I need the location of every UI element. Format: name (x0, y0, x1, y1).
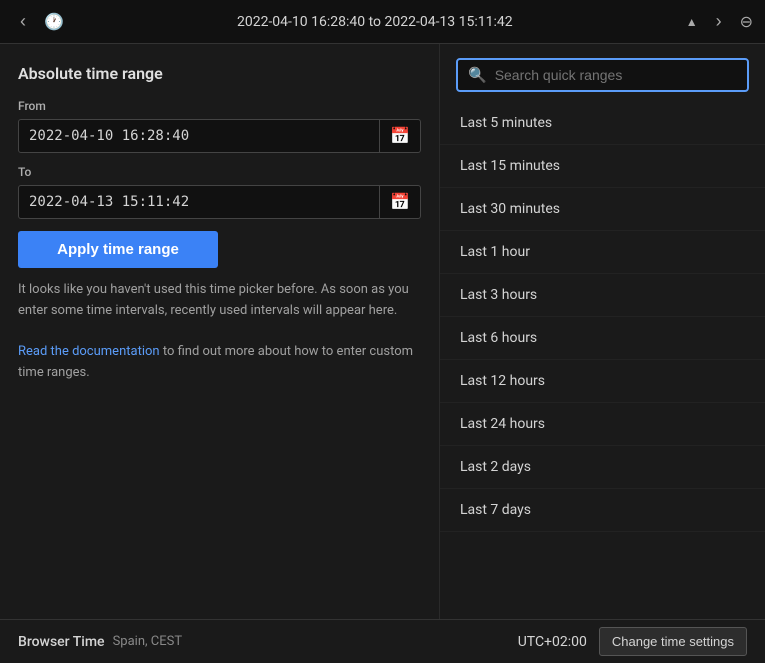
footer: Browser Time Spain, CEST UTC+02:00 Chang… (0, 619, 765, 663)
quick-range-item[interactable]: Last 5 minutes (440, 102, 765, 145)
nav-next-button[interactable]: › (708, 9, 730, 34)
quick-range-item[interactable]: Last 15 minutes (440, 145, 765, 188)
to-field-group: To 📅 (18, 165, 421, 219)
info-text-before-link: It looks like you haven't used this time… (18, 282, 409, 318)
footer-right: UTC+02:00 Change time settings (518, 627, 747, 656)
quick-range-item[interactable]: Last 30 minutes (440, 188, 765, 231)
from-calendar-button[interactable]: 📅 (379, 120, 420, 152)
search-box-wrap: 🔍 (440, 58, 765, 102)
search-box: 🔍 (456, 58, 749, 92)
apply-time-range-button[interactable]: Apply time range (18, 231, 218, 268)
from-input-row: 📅 (18, 119, 421, 153)
to-input-row: 📅 (18, 185, 421, 219)
quick-ranges-list: Last 5 minutesLast 15 minutesLast 30 min… (440, 102, 765, 605)
main-content: Absolute time range From 📅 To 📅 Apply ti… (0, 44, 765, 619)
to-date-input[interactable] (19, 186, 379, 218)
section-title: Absolute time range (18, 64, 421, 83)
from-date-input[interactable] (19, 120, 379, 152)
from-field-group: From 📅 (18, 99, 421, 153)
nav-prev-button[interactable]: ‹ (12, 9, 34, 34)
search-quick-ranges-input[interactable] (495, 67, 737, 83)
quick-range-item[interactable]: Last 1 hour (440, 231, 765, 274)
to-label: To (18, 165, 421, 179)
browser-time-label: Browser Time (18, 634, 105, 650)
change-time-settings-button[interactable]: Change time settings (599, 627, 747, 656)
quick-range-item[interactable]: Last 7 days (440, 489, 765, 532)
search-icon: 🔍 (468, 66, 487, 84)
documentation-link[interactable]: Read the documentation (18, 344, 160, 359)
time-range-display: 2022-04-10 16:28:40 to 2022-04-13 15:11:… (74, 14, 676, 30)
clock-icon: 🕐 (44, 12, 64, 31)
quick-range-item[interactable]: Last 3 hours (440, 274, 765, 317)
from-label: From (18, 99, 421, 113)
utc-offset-label: UTC+02:00 (518, 634, 587, 650)
zoom-out-button[interactable]: ⊖ (740, 12, 753, 32)
quick-range-item[interactable]: Last 2 days (440, 446, 765, 489)
quick-range-item[interactable]: Last 24 hours (440, 403, 765, 446)
quick-range-item[interactable]: Last 6 hours (440, 317, 765, 360)
to-calendar-button[interactable]: 📅 (379, 186, 420, 218)
info-text-block: It looks like you haven't used this time… (18, 280, 421, 384)
right-panel: 🔍 Last 5 minutesLast 15 minutesLast 30 m… (440, 44, 765, 619)
quick-range-item[interactable]: Last 12 hours (440, 360, 765, 403)
left-panel: Absolute time range From 📅 To 📅 Apply ti… (0, 44, 440, 619)
footer-left: Browser Time Spain, CEST (18, 634, 182, 650)
browser-time-location: Spain, CEST (113, 634, 183, 649)
chevron-up-icon[interactable]: ▲ (686, 15, 698, 29)
top-bar: ‹ 🕐 2022-04-10 16:28:40 to 2022-04-13 15… (0, 0, 765, 44)
